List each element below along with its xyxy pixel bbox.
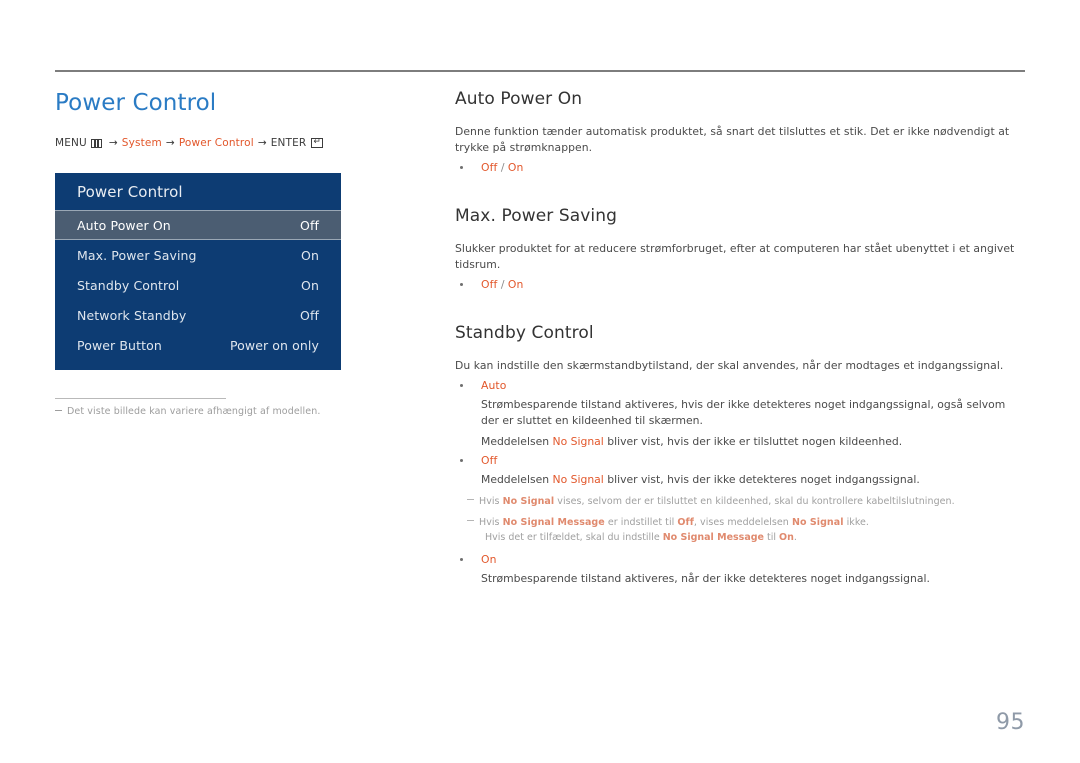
text-pre: Meddelelsen [481, 435, 553, 448]
text-mid-1: er indstillet til [604, 517, 678, 528]
breadcrumb-menu-label: MENU [55, 137, 87, 149]
osd-row-label: Standby Control [77, 277, 180, 293]
osd-row-auto-power-on[interactable]: Auto Power On Off [55, 210, 341, 240]
text-pre: Hvis det er tilfældet, skal du indstille [485, 532, 663, 543]
osd-row-label: Max. Power Saving [77, 247, 197, 263]
osd-row-standby-control[interactable]: Standby Control On [55, 270, 341, 300]
option-list-item: Off / On [455, 277, 1030, 293]
option-off: Off [481, 161, 498, 174]
text-post: . [793, 532, 797, 543]
osd-row-value: On [301, 277, 319, 293]
menu-icon [90, 138, 102, 148]
page-title: Power Control [55, 90, 217, 116]
text-post: ikke. [843, 517, 870, 528]
section-auto-power-on: Auto Power On Denne funktion tænder auto… [455, 88, 1030, 176]
osd-row-max-power-saving[interactable]: Max. Power Saving On [55, 240, 341, 270]
option-auto-paragraph-2: Meddelelsen No Signal bliver vist, hvis … [481, 434, 1009, 450]
keyword-no-signal-message: No Signal Message [662, 532, 764, 543]
osd-row-value: On [301, 247, 319, 263]
text-pre: Hvis [479, 517, 503, 528]
option-auto-label: Auto [481, 379, 507, 392]
breadcrumb: MENU → System → Power Control → ENTER ↵ [55, 137, 415, 149]
dash-icon [467, 499, 474, 500]
option-off-label: Off [481, 454, 498, 467]
bullet-icon [460, 459, 463, 462]
option-off: Off [481, 278, 498, 291]
breadcrumb-enter-label: ENTER [270, 137, 307, 149]
osd-row-value: Off [300, 307, 319, 323]
osd-menu-rows: Auto Power On Off Max. Power Saving On S… [55, 210, 341, 360]
keyword-no-signal: No Signal [502, 496, 555, 507]
footnote-text: Det viste billede kan variere afhængigt … [67, 406, 321, 417]
option-list-item: Off / On [455, 160, 1030, 176]
text-post: bliver vist, hvis der ikke detekteres no… [603, 473, 920, 486]
option-on-label: On [481, 553, 497, 566]
header-divider [55, 70, 1025, 72]
option-on: On [507, 161, 524, 174]
note-1: Hvis No Signal vises, selvom der er tils… [467, 494, 1030, 509]
option-on: On [507, 278, 524, 291]
section-standby-control: Standby Control Du kan indstille den skæ… [455, 322, 1030, 587]
text-post: vises, selvom der er tilsluttet en kilde… [554, 496, 955, 507]
option-off-paragraph-1: Meddelelsen No Signal bliver vist, hvis … [481, 472, 1009, 488]
option-separator: / [500, 161, 505, 174]
breadcrumb-item-power-control[interactable]: Power Control [179, 137, 254, 149]
option-separator: / [500, 278, 505, 291]
section-title: Max. Power Saving [455, 206, 618, 226]
osd-row-value: Power on only [229, 337, 319, 353]
right-column: Auto Power On Denne funktion tænder auto… [455, 88, 1030, 587]
osd-row-network-standby[interactable]: Network Standby Off [55, 300, 341, 330]
option-list-item-off: Off [455, 453, 1030, 469]
bullet-icon [460, 283, 463, 286]
section-body: Denne funktion tænder automatisk produkt… [455, 125, 1010, 154]
option-list-item-on: On [455, 552, 1030, 568]
keyword-on: On [779, 532, 794, 543]
page-number: 95 [996, 710, 1025, 735]
keyword-no-signal: No Signal [552, 435, 604, 448]
text-pre: Hvis [479, 496, 503, 507]
footnote-block: Det viste billede kan variere afhængigt … [55, 398, 375, 417]
dash-icon [55, 410, 62, 411]
breadcrumb-arrow-1: → [108, 137, 118, 149]
osd-menu-panel: Power Control Auto Power On Off Max. Pow… [55, 173, 341, 370]
option-auto-paragraph-1: Strømbesparende tilstand aktiveres, hvis… [481, 398, 1006, 427]
osd-row-power-button[interactable]: Power Button Power on only [55, 330, 341, 360]
note-2: Hvis No Signal Message er indstillet til… [467, 515, 1030, 530]
left-column: Power Control MENU → System → Power Cont… [55, 88, 415, 370]
osd-row-label: Power Button [77, 337, 162, 353]
osd-row-label: Network Standby [77, 307, 187, 323]
section-body: Slukker produktet for at reducere strømf… [455, 242, 1015, 271]
section-body: Du kan indstille den skærmstandbytilstan… [455, 359, 1004, 372]
dash-icon [467, 520, 474, 521]
bullet-icon [460, 384, 463, 387]
footnote: Det viste billede kan variere afhængigt … [55, 406, 375, 417]
keyword-no-signal-2: No Signal [791, 517, 844, 528]
osd-menu-header: Power Control [55, 173, 341, 210]
keyword-no-signal-message: No Signal Message [502, 517, 605, 528]
enter-key-icon: ↵ [311, 138, 324, 148]
osd-row-label: Auto Power On [77, 217, 171, 233]
text-mid-2: , vises meddelelsen [693, 517, 792, 528]
option-list-item-auto: Auto [455, 378, 1030, 394]
footnote-divider [55, 398, 226, 399]
text-pre: Meddelelsen [481, 473, 553, 486]
section-title: Auto Power On [455, 89, 583, 109]
bullet-icon [460, 166, 463, 169]
section-max-power-saving: Max. Power Saving Slukker produktet for … [455, 205, 1030, 293]
text-post: bliver vist, hvis der ikke er tilsluttet… [603, 435, 903, 448]
keyword-off: Off [677, 517, 694, 528]
text-mid: til [763, 532, 780, 543]
option-on-paragraph-1: Strømbesparende tilstand aktiveres, når … [481, 572, 930, 585]
breadcrumb-item-system[interactable]: System [122, 137, 162, 149]
breadcrumb-arrow-3: → [257, 137, 267, 149]
keyword-no-signal: No Signal [552, 473, 604, 486]
section-title: Standby Control [455, 323, 594, 343]
bullet-icon [460, 558, 463, 561]
breadcrumb-arrow-2: → [165, 137, 175, 149]
note-2-continuation: Hvis det er tilfældet, skal du indstille… [485, 530, 1030, 545]
osd-row-value: Off [300, 217, 319, 233]
